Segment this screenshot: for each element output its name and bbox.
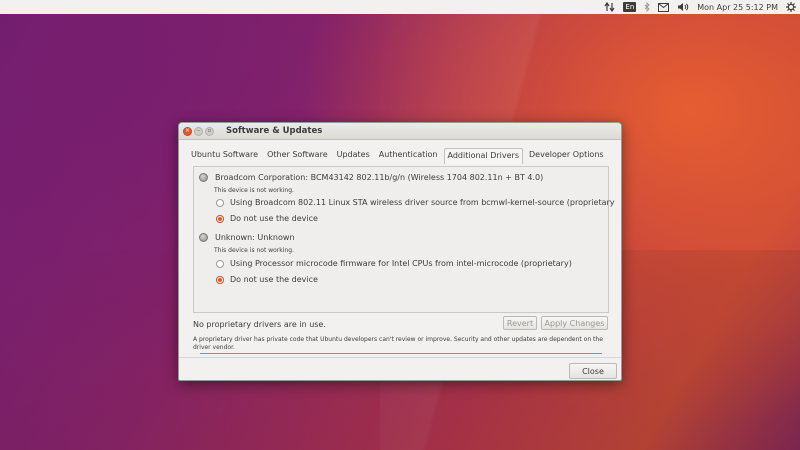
close-button[interactable]: Close	[569, 363, 617, 379]
device-name: Unknown: Unknown	[215, 233, 295, 242]
device-name: Broadcom Corporation: BCM43142 802.11b/g…	[215, 173, 544, 182]
device-unknown: Unknown: Unknown	[199, 233, 295, 242]
tab-ubuntu-software[interactable]: Ubuntu Software	[188, 148, 261, 164]
device-status: This device is not working.	[214, 187, 294, 194]
driver-option-label: Using Processor microcode firmware for I…	[230, 259, 572, 268]
minimize-window-icon[interactable]: –	[194, 126, 203, 136]
device-icon	[199, 173, 208, 182]
footer-divider	[179, 357, 621, 358]
drivers-list: Broadcom Corporation: BCM43142 802.11b/g…	[193, 166, 615, 354]
progress-line	[200, 353, 602, 354]
driver-option-intel-microcode[interactable]: Using Processor microcode firmware for I…	[216, 259, 572, 268]
maximize-window-icon[interactable]: ▫	[205, 126, 214, 136]
driver-option-do-not-use-broadcom[interactable]: Do not use the device	[216, 214, 318, 223]
top-panel: En Mon Apr 25 5:12 PM	[0, 0, 800, 14]
keyboard-layout-indicator[interactable]: En	[623, 1, 637, 13]
software-updates-window: × – ▫ Software & Updates Ubuntu Software…	[178, 122, 622, 381]
driver-option-label: Do not use the device	[230, 214, 318, 223]
device-icon	[199, 233, 208, 242]
titlebar: × – ▫ Software & Updates	[179, 123, 621, 140]
radio-button[interactable]	[216, 198, 224, 207]
tab-other-software[interactable]: Other Software	[264, 148, 331, 164]
driver-option-do-not-use-unknown[interactable]: Do not use the device	[216, 275, 318, 284]
mail-icon[interactable]	[658, 1, 670, 13]
close-window-icon[interactable]: ×	[183, 126, 192, 136]
proprietary-note: A proprietary driver has private code th…	[193, 336, 603, 351]
tab-updates[interactable]: Updates	[334, 148, 373, 164]
radio-button-selected[interactable]	[216, 214, 224, 223]
tab-authentication[interactable]: Authentication	[376, 148, 441, 164]
radio-button[interactable]	[216, 259, 224, 268]
tab-developer-options[interactable]: Developer Options	[526, 148, 607, 164]
driver-option-broadcom-sta[interactable]: Using Broadcom 802.11 Linux STA wireless…	[216, 198, 615, 207]
gear-icon[interactable]	[786, 1, 796, 13]
window-title: Software & Updates	[226, 126, 323, 136]
tab-additional-drivers[interactable]: Additional Drivers	[443, 148, 523, 164]
datetime[interactable]: Mon Apr 25 5:12 PM	[697, 1, 778, 13]
apply-changes-button[interactable]: Apply Changes	[541, 316, 608, 330]
status-text: No proprietary drivers are in use.	[193, 320, 326, 329]
keyboard-layout-label: En	[623, 2, 637, 12]
driver-option-label: Using Broadcom 802.11 Linux STA wireless…	[230, 198, 615, 207]
driver-option-label: Do not use the device	[230, 275, 318, 284]
bluetooth-icon[interactable]	[644, 1, 650, 13]
tab-bar: Ubuntu Software Other Software Updates A…	[188, 148, 610, 164]
network-arrows-icon[interactable]	[604, 1, 615, 13]
radio-button-selected[interactable]	[216, 275, 224, 284]
device-broadcom: Broadcom Corporation: BCM43142 802.11b/g…	[199, 173, 543, 182]
device-status: This device is not working.	[214, 247, 294, 254]
revert-button[interactable]: Revert	[503, 316, 537, 330]
volume-icon[interactable]	[677, 1, 689, 13]
